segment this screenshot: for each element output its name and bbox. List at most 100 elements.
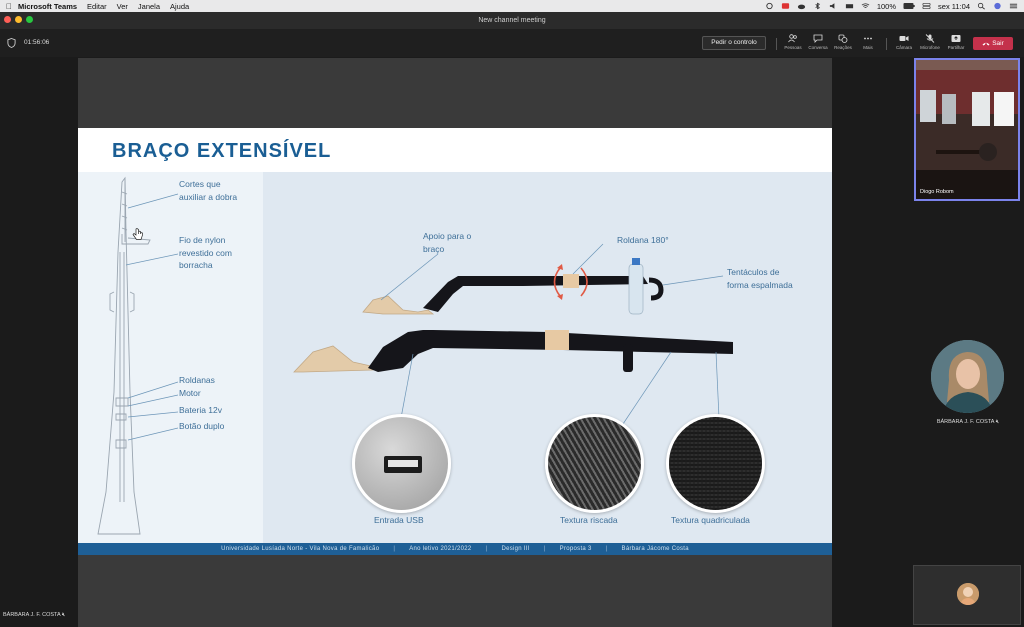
microphone-muted-icon: 🔇︎ xyxy=(61,612,66,618)
minimize-window-button[interactable] xyxy=(15,16,22,23)
chat-button[interactable]: Conversa xyxy=(805,34,831,54)
self-avatar xyxy=(957,583,979,605)
arm-technical-drawing xyxy=(97,176,179,535)
participant-video-feed xyxy=(916,60,1018,199)
microphone-muted-icon: 🔇︎ xyxy=(995,419,1000,425)
leave-button[interactable]: Sair xyxy=(973,37,1013,50)
battery-percent: 100% xyxy=(876,1,897,11)
shield-icon[interactable] xyxy=(7,38,16,48)
menu-app-name[interactable]: Microsoft Teams xyxy=(18,2,77,11)
bluetooth-icon[interactable] xyxy=(813,2,822,10)
meeting-toolbar: 01:56:06 Pedir o controlo Pessoas Conver… xyxy=(0,29,1024,57)
status-eye-icon[interactable] xyxy=(765,2,774,10)
people-icon xyxy=(788,34,797,43)
phone-hangup-icon xyxy=(982,42,990,46)
leave-label: Sair xyxy=(992,40,1004,47)
label-roldanas: Roldanas xyxy=(179,375,215,385)
presenter-name-text: BÁRBARA J. F. COSTA xyxy=(3,612,61,618)
footer-university: Universidade Lusíada Norte - Vila Nova d… xyxy=(221,546,380,552)
footer-course: Design III xyxy=(501,546,530,552)
footer-author: Bárbara Jácome Costa xyxy=(621,546,689,552)
label-fio: Fio de nylon revestido com borracha xyxy=(179,235,232,270)
share-button[interactable]: Partilhar xyxy=(943,34,969,54)
camera-button[interactable]: Câmara xyxy=(891,34,917,54)
apple-icon[interactable]:  xyxy=(0,2,18,11)
menu-ajuda[interactable]: Ajuda xyxy=(170,2,189,11)
footer-year: Ano letivo 2021/2022 xyxy=(409,546,472,552)
menu-janela[interactable]: Janela xyxy=(138,2,160,11)
menu-ver[interactable]: Ver xyxy=(117,2,128,11)
self-avatar-photo xyxy=(957,583,979,605)
usb-port-icon xyxy=(384,456,422,473)
label-bateria: Bateria 12v xyxy=(179,405,222,415)
mouse-hand-cursor-icon xyxy=(132,228,143,240)
cloud-icon[interactable] xyxy=(797,2,806,10)
control-center-icon[interactable] xyxy=(922,2,931,10)
toolbar-divider xyxy=(776,38,777,50)
request-control-button[interactable]: Pedir o controlo xyxy=(702,36,766,50)
more-icon xyxy=(864,37,872,40)
usb-detail-image xyxy=(352,414,451,513)
label-cortes: Cortes que auxiliar a dobra xyxy=(179,179,238,202)
zoom-window-button[interactable] xyxy=(26,16,33,23)
callout-line-motor xyxy=(127,394,179,407)
volume-icon[interactable] xyxy=(829,2,838,10)
callout-line-botao xyxy=(127,427,179,441)
callout-line-roldanas xyxy=(127,381,179,399)
chat-label: Conversa xyxy=(808,45,828,50)
status-app-icon[interactable] xyxy=(781,2,790,10)
label-quadriculada: Textura quadriculada xyxy=(671,515,750,525)
presentation-slide: BRAÇO EXTENSÍVEL Cortes que auxiliar a d… xyxy=(78,128,832,555)
footer-separator: | xyxy=(605,546,608,552)
presenter-name: BÁRBARA J. F. COSTA 🔇︎ xyxy=(3,612,65,619)
battery-icon[interactable] xyxy=(903,2,915,10)
more-button[interactable]: Mais xyxy=(855,34,881,54)
meeting-timer: 01:56:06 xyxy=(24,39,50,46)
microphone-muted-icon xyxy=(925,34,935,43)
camera-label: Câmara xyxy=(895,45,912,50)
share-label: Partilhar xyxy=(947,45,965,50)
reactions-button[interactable]: Reações xyxy=(830,34,856,54)
slide-title: BRAÇO EXTENSÍVEL xyxy=(112,140,332,162)
callout-line-fio xyxy=(125,253,179,266)
people-button[interactable]: Pessoas xyxy=(780,34,806,54)
menubar-clock[interactable]: sex 11:04 xyxy=(938,2,970,11)
label-botao: Botão duplo xyxy=(179,421,225,431)
menu-editar[interactable]: Editar xyxy=(87,2,107,11)
participant-photo xyxy=(931,340,1004,413)
participant-video-tile[interactable]: Diogo Robom xyxy=(914,58,1020,201)
wifi-icon[interactable] xyxy=(861,2,870,10)
people-label: Pessoas xyxy=(784,45,802,50)
share-icon xyxy=(951,35,961,42)
slide-header: BRAÇO EXTENSÍVEL xyxy=(78,128,832,172)
reactions-icon xyxy=(838,34,848,43)
label-riscada: Textura riscada xyxy=(560,515,618,525)
label-usb: Entrada USB xyxy=(374,515,424,525)
more-label: Mais xyxy=(863,45,873,50)
footer-separator: | xyxy=(485,546,488,552)
close-window-button[interactable] xyxy=(4,16,11,23)
label-motor: Motor xyxy=(179,388,201,398)
toolbar-divider xyxy=(886,38,887,50)
reactions-label: Reações xyxy=(834,45,852,50)
microphone-label: Microfone xyxy=(920,45,940,50)
footer-separator: | xyxy=(543,546,546,552)
microphone-button[interactable]: Microfone xyxy=(917,34,943,54)
label-tentaculos: Tentáculos de forma espalmada xyxy=(727,267,793,290)
participant-avatar-name: BÁRBARA J. F. COSTA 🔇︎ xyxy=(932,419,1004,426)
label-roldana-180: Roldana 180° xyxy=(617,235,669,245)
notification-center-icon[interactable] xyxy=(1009,2,1018,10)
siri-icon[interactable] xyxy=(993,2,1002,10)
chat-icon xyxy=(813,34,823,43)
participant-avatar[interactable] xyxy=(931,340,1004,413)
participant-avatar-name-text: BÁRBARA J. F. COSTA xyxy=(936,419,995,425)
textura-quadriculada-image xyxy=(666,414,765,513)
participant-video-name: Diogo Robom xyxy=(920,189,954,195)
spotlight-search-icon[interactable] xyxy=(977,2,986,10)
macos-menubar:  Microsoft Teams Editar Ver Janela Ajud… xyxy=(0,0,1024,12)
keyboard-icon[interactable] xyxy=(845,2,854,10)
callout-line-bateria xyxy=(127,411,179,418)
textura-riscada-image xyxy=(545,414,644,513)
slide-footer: Universidade Lusíada Norte - Vila Nova d… xyxy=(78,543,832,555)
window-titlebar: New channel meeting xyxy=(0,12,1024,29)
